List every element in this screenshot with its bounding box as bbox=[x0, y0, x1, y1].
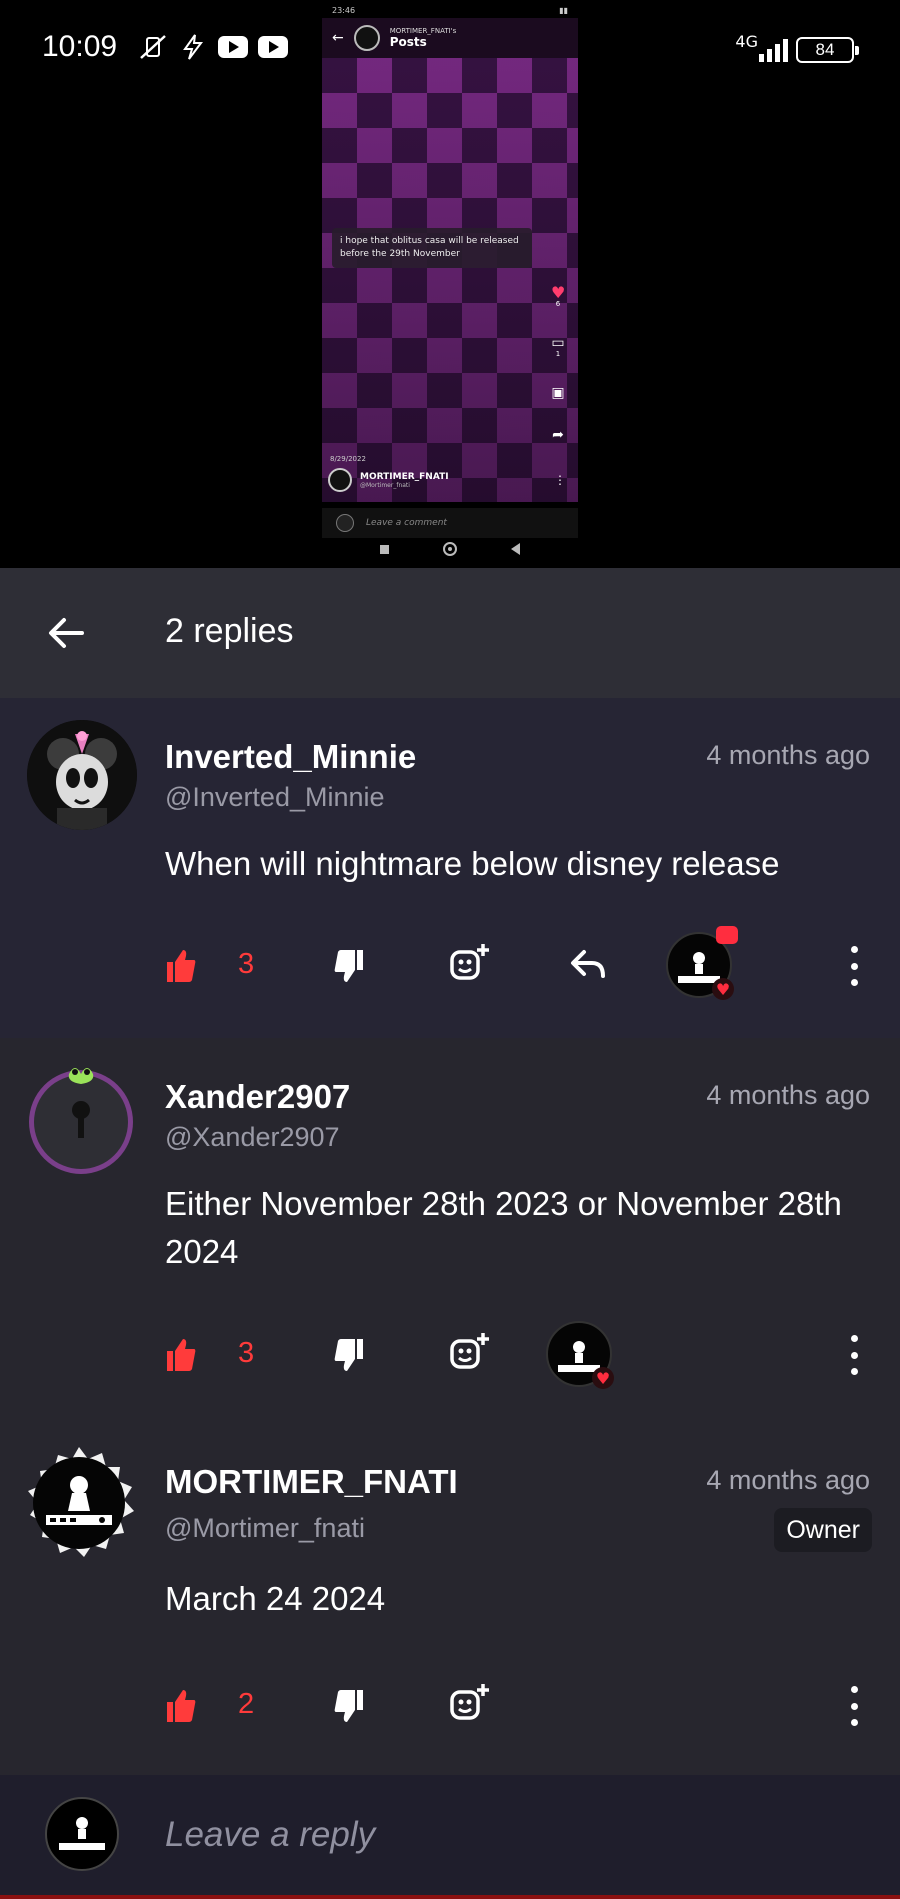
more-vertical-icon: ⋮ bbox=[554, 473, 566, 487]
post-author-handle: @Mortimer_fnati bbox=[360, 481, 410, 489]
post-like: ♥ 6 bbox=[551, 283, 566, 309]
avatar[interactable] bbox=[27, 720, 137, 830]
video-comment-placeholder: Leave a comment bbox=[366, 518, 447, 528]
clock: 10:09 bbox=[42, 30, 118, 63]
avatar bbox=[353, 25, 380, 51]
heart-icon: ♥ bbox=[551, 283, 566, 302]
replies-sheet: 2 replies Inverted_Minnie 4 months ago @… bbox=[0, 568, 900, 1899]
replies-header: 2 replies bbox=[0, 568, 900, 698]
reply-author-name[interactable]: Xander2907 bbox=[165, 1078, 350, 1116]
dislike-button[interactable] bbox=[333, 1325, 365, 1385]
reply-timestamp: 4 months ago bbox=[706, 740, 870, 770]
video-status-bar: 23:46 ▮▮ bbox=[332, 6, 568, 15]
post-date: 8/29/2022 bbox=[330, 455, 366, 463]
user-avatar-image bbox=[59, 1817, 105, 1850]
video-nav-keys bbox=[380, 542, 520, 556]
user-avatar-image bbox=[28, 1447, 134, 1557]
reply-actions: 3 ♥ bbox=[0, 926, 900, 1000]
reply-item: MORTIMER_FNATI 4 months ago @Mortimer_fn… bbox=[0, 1423, 900, 1775]
bottom-edge bbox=[0, 1895, 900, 1899]
gift-icon: ▣ bbox=[551, 385, 565, 401]
reply-composer bbox=[0, 1775, 900, 1899]
signal-icon bbox=[759, 36, 788, 62]
user-avatar-image bbox=[29, 1068, 133, 1174]
avatar bbox=[328, 468, 352, 492]
reply-timestamp: 4 months ago bbox=[706, 1465, 870, 1495]
heart-badge-icon: ♥ bbox=[712, 978, 734, 1000]
reply-item: Xander2907 4 months ago @Xander2907 Eith… bbox=[0, 1038, 900, 1423]
reply-author-handle: @Mortimer_fnati bbox=[165, 1513, 365, 1543]
owner-badge: Owner bbox=[774, 1508, 872, 1552]
post-gift: ▣ bbox=[551, 386, 564, 400]
post-side-actions: ♥ 6 ▭ 1 ▣ ➦ bbox=[546, 283, 570, 443]
reply-input[interactable] bbox=[165, 1811, 855, 1859]
avatar bbox=[45, 1797, 119, 1871]
back-button[interactable] bbox=[42, 608, 92, 658]
add-reaction-button[interactable] bbox=[450, 936, 490, 996]
reply-actions: 3 ♥ bbox=[0, 1321, 900, 1389]
comment-badge-icon bbox=[716, 926, 738, 944]
more-options-button[interactable] bbox=[848, 1335, 860, 1375]
reply-text: March 24 2024 bbox=[165, 1580, 386, 1617]
youtube-icon bbox=[218, 36, 248, 58]
vibrate-off-icon bbox=[140, 35, 166, 59]
post-like-count: 6 bbox=[555, 300, 561, 308]
avatar[interactable] bbox=[25, 1060, 135, 1174]
like-count: 2 bbox=[238, 1688, 255, 1720]
heart-badge-icon: ♥ bbox=[592, 1367, 614, 1389]
reply-item: Inverted_Minnie 4 months ago @Inverted_M… bbox=[0, 698, 900, 1038]
reply-timestamp: 4 months ago bbox=[706, 1080, 870, 1110]
post-caption: i hope that oblitus casa will be release… bbox=[332, 228, 532, 268]
user-avatar-image bbox=[27, 720, 137, 830]
like-button[interactable] bbox=[165, 1325, 197, 1385]
more-options-button[interactable] bbox=[848, 946, 860, 986]
dislike-button[interactable] bbox=[333, 1676, 365, 1736]
add-reaction-button[interactable] bbox=[450, 1325, 490, 1385]
reply-author-handle: @Xander2907 bbox=[165, 1122, 340, 1152]
recents-icon bbox=[380, 544, 389, 554]
reply-text: Either November 28th 2023 or November 28… bbox=[165, 1185, 842, 1270]
reactor-avatar[interactable]: ♥ bbox=[546, 1321, 614, 1389]
video-header-title: Posts bbox=[389, 35, 427, 49]
reply-author-handle: @Inverted_Minnie bbox=[165, 782, 385, 812]
notification-icons bbox=[138, 34, 288, 60]
reply-button[interactable] bbox=[570, 936, 606, 996]
post-author: MORTIMER_FNATI @Mortimer_fnati ⋮ bbox=[328, 468, 572, 492]
reply-actions: 2 bbox=[0, 1676, 900, 1736]
like-button[interactable] bbox=[165, 936, 197, 996]
reply-author-name[interactable]: MORTIMER_FNATI bbox=[165, 1463, 458, 1501]
reactor-avatar[interactable]: ♥ bbox=[666, 926, 738, 1000]
comment-icon: ▭ bbox=[551, 335, 565, 351]
post-background bbox=[322, 58, 578, 502]
like-count: 3 bbox=[238, 1337, 255, 1369]
reply-text: When will nightmare below disney release bbox=[165, 845, 780, 882]
post-comment: ▭ 1 bbox=[551, 336, 564, 358]
reply-author-name[interactable]: Inverted_Minnie bbox=[165, 738, 416, 776]
like-count: 3 bbox=[238, 948, 255, 980]
video-header-owner: MORTIMER_FNATI's bbox=[389, 27, 457, 35]
youtube-icon bbox=[258, 36, 288, 58]
avatar bbox=[336, 514, 354, 532]
video-battery-icon: ▮▮ bbox=[559, 6, 568, 15]
dislike-button[interactable] bbox=[333, 936, 365, 996]
battery-indicator: 84 bbox=[796, 37, 859, 63]
home-icon bbox=[443, 542, 457, 556]
more-options-button[interactable] bbox=[848, 1686, 860, 1726]
video-status-time: 23:46 bbox=[332, 6, 356, 15]
video-comment-bar: Leave a comment bbox=[322, 508, 578, 538]
back-triangle-icon bbox=[511, 543, 520, 555]
page-title: 2 replies bbox=[165, 612, 294, 650]
back-arrow-icon: ← bbox=[332, 30, 344, 46]
post-comment-count: 1 bbox=[555, 350, 561, 358]
post-share: ➦ bbox=[552, 428, 564, 442]
post-author-name: MORTIMER_FNATI bbox=[360, 471, 449, 482]
network-type: 4G bbox=[735, 32, 758, 51]
avatar[interactable] bbox=[20, 1445, 138, 1563]
add-reaction-button[interactable] bbox=[450, 1676, 490, 1736]
like-button[interactable] bbox=[165, 1676, 197, 1736]
share-icon: ➦ bbox=[552, 427, 564, 443]
lightning-icon bbox=[183, 34, 203, 60]
video-header: ← MORTIMER_FNATI's Posts bbox=[322, 18, 578, 58]
video-player[interactable]: 23:46 ▮▮ ← MORTIMER_FNATI's Posts i hope… bbox=[322, 0, 578, 540]
